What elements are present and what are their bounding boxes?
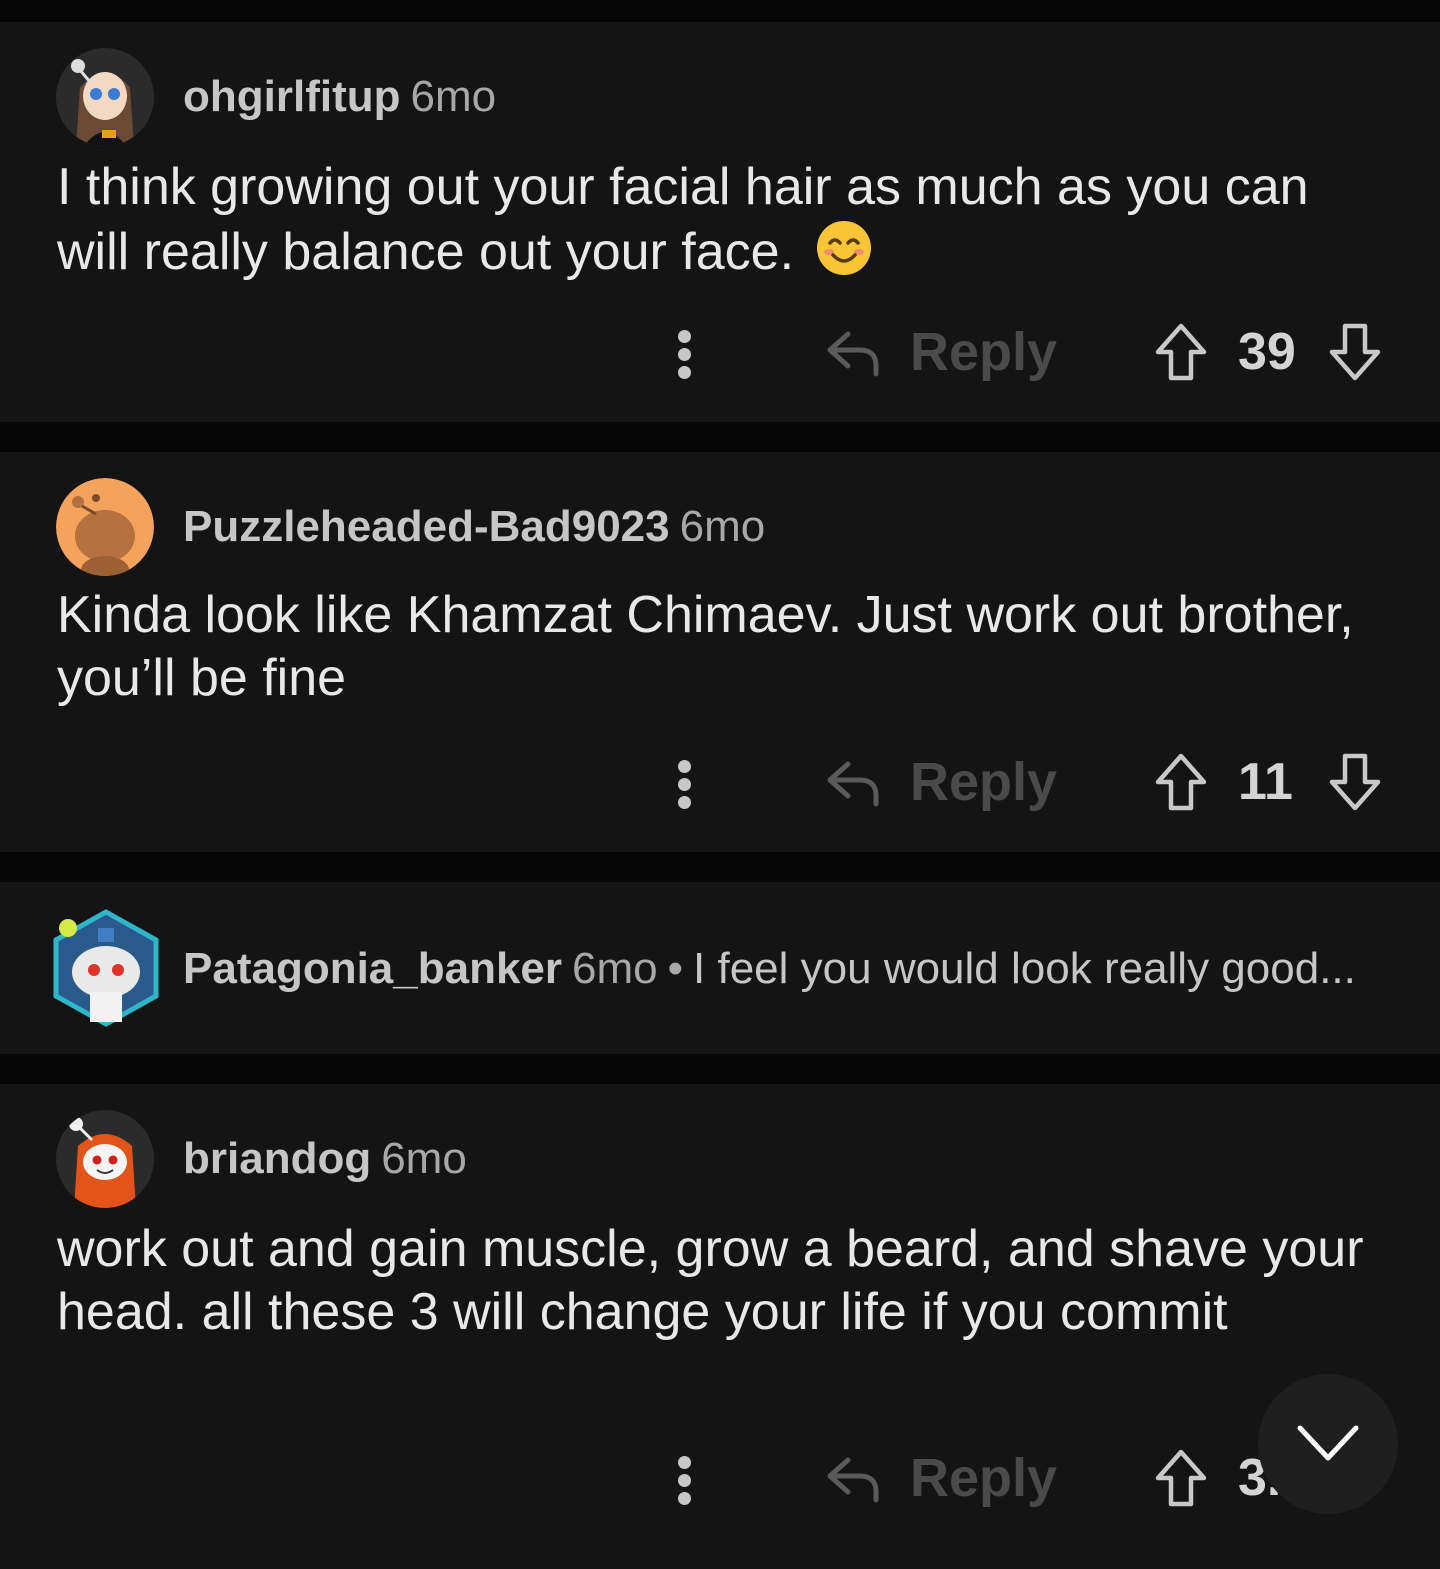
upvote-arrow-icon[interactable] [1154,322,1208,382]
reply-arrow-icon [827,761,879,807]
more-options-icon[interactable] [668,1440,702,1520]
comment-actions: Reply 3. [0,1440,1440,1520]
reply-label: Reply [910,752,1058,812]
more-options-icon[interactable] [668,744,702,824]
user-avatar[interactable] [56,48,154,146]
comment-meta: Patagonia_banker 6mo • I feel you would loo… [183,942,1356,996]
comment-card: ohgirlfitup 6mo I think growing out your … [0,22,1440,422]
reply-button[interactable]: Reply [826,314,1058,394]
comment-meta: briandog 6mo [183,1132,467,1186]
username-link[interactable]: Puzzleheaded-Bad9023 [183,502,670,551]
reply-button[interactable]: Reply [826,1440,1058,1520]
upvote-arrow-icon[interactable] [1154,752,1208,812]
vote-count: 11 [1238,753,1293,811]
scroll-next-button[interactable] [1258,1374,1398,1514]
username-link[interactable]: Patagonia_banker [183,944,562,993]
downvote-arrow-icon[interactable] [1328,752,1382,812]
comment-text: Kinda look like Khamzat Chimaev. Just wo… [57,586,1354,707]
comment-age: 6mo [410,72,497,121]
user-avatar[interactable] [50,906,162,1028]
downvote-arrow-icon[interactable] [1328,322,1382,382]
collapsed-comment-card[interactable]: Patagonia_banker 6mo • I feel you would loo… [0,882,1440,1054]
comment-card: Puzzleheaded-Bad9023 6mo Kinda look like … [0,452,1440,852]
comment-body: Kinda look like Khamzat Chimaev. Just wo… [57,584,1387,710]
username-link[interactable]: briandog [183,1134,371,1183]
vote-count: 39 [1238,323,1296,381]
reply-arrow-icon [827,331,879,377]
username-link[interactable]: ohgirlfitup [183,72,401,121]
chevron-down-icon [1297,1425,1359,1461]
comment-age: 6mo [679,502,766,551]
comment-card: briandog 6mo work out and gain muscle, gr… [0,1084,1440,1569]
reply-label: Reply [910,1448,1058,1508]
comment-actions: Reply 11 [0,744,1440,824]
comment-meta: ohgirlfitup 6mo [183,70,496,124]
upvote-arrow-icon[interactable] [1154,1448,1208,1508]
comment-preview: I feel you would look really good... [693,944,1356,993]
reply-label: Reply [910,322,1058,382]
comment-body: work out and gain muscle, grow a beard, … [57,1218,1387,1344]
reply-button[interactable]: Reply [826,744,1058,824]
user-avatar[interactable] [56,478,154,576]
meta-separator: • [667,944,684,993]
comment-age: 6mo [381,1134,467,1183]
smiling-face-emoji-icon [815,219,873,277]
comment-text: I think growing out your facial hair as … [57,158,1309,281]
more-options-icon[interactable] [668,314,702,394]
comment-meta: Puzzleheaded-Bad9023 6mo [183,500,765,554]
comment-text: work out and gain muscle, grow a beard, … [57,1220,1364,1341]
comment-body: I think growing out your facial hair as … [57,156,1387,284]
comment-actions: Reply 39 [0,314,1440,394]
user-avatar[interactable] [56,1110,154,1208]
comment-age: 6mo [572,944,658,993]
reply-arrow-icon [827,1457,879,1503]
